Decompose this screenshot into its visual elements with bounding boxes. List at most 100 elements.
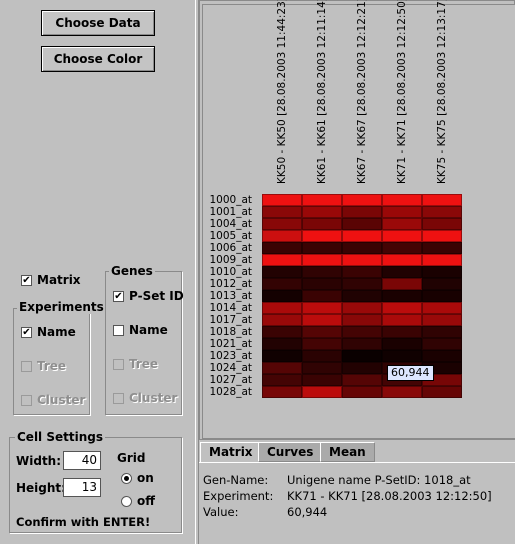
heatmap-cell[interactable] xyxy=(342,350,382,362)
heatmap-cell[interactable] xyxy=(262,206,302,218)
heatmap-cell[interactable] xyxy=(422,266,462,278)
heatmap-cell[interactable] xyxy=(382,218,422,230)
heatmap-cell[interactable] xyxy=(302,194,342,206)
heatmap-cell[interactable] xyxy=(262,374,302,386)
heatmap-cell[interactable] xyxy=(302,326,342,338)
heatmap-cell[interactable] xyxy=(342,290,382,302)
heatmap-cell[interactable] xyxy=(262,350,302,362)
choose-color-button[interactable]: Choose Color xyxy=(41,46,155,72)
heatmap-cell[interactable] xyxy=(262,194,302,206)
heatmap-cell[interactable] xyxy=(302,350,342,362)
heatmap-cell[interactable] xyxy=(382,278,422,290)
heatmap-cell[interactable] xyxy=(422,206,462,218)
heatmap-cell[interactable] xyxy=(262,362,302,374)
heatmap-cell[interactable] xyxy=(422,278,462,290)
heatmap-cell[interactable] xyxy=(342,242,382,254)
heatmap-cell[interactable] xyxy=(262,254,302,266)
matrix-checkbox[interactable]: ✔ xyxy=(21,275,32,286)
heatmap-cell[interactable] xyxy=(342,338,382,350)
genes-name-checkbox[interactable] xyxy=(113,325,124,336)
heatmap-cell[interactable] xyxy=(342,326,382,338)
heatmap-cell[interactable] xyxy=(342,218,382,230)
heatmap-cell[interactable] xyxy=(302,278,342,290)
experiments-tree-checkbox[interactable] xyxy=(21,361,32,372)
genes-tree-checkbox[interactable] xyxy=(113,359,124,370)
heatmap-cell[interactable] xyxy=(302,218,342,230)
heatmap-cell[interactable] xyxy=(302,302,342,314)
height-input[interactable]: 13 xyxy=(63,478,101,497)
heatmap-cell[interactable] xyxy=(262,326,302,338)
heatmap-cell[interactable] xyxy=(262,386,302,398)
heatmap-cell[interactable] xyxy=(342,206,382,218)
heatmap-cell[interactable] xyxy=(382,194,422,206)
heatmap-cell[interactable] xyxy=(382,230,422,242)
heatmap-cell[interactable] xyxy=(342,194,382,206)
heatmap-cell[interactable] xyxy=(262,302,302,314)
heatmap-cell[interactable] xyxy=(262,278,302,290)
heatmap-cell[interactable] xyxy=(422,350,462,362)
heatmap-cell[interactable] xyxy=(422,314,462,326)
heatmap-cell[interactable] xyxy=(302,254,342,266)
heatmap-cell[interactable] xyxy=(342,362,382,374)
heatmap-cell[interactable] xyxy=(302,374,342,386)
heatmap-cell[interactable] xyxy=(262,242,302,254)
heatmap-cell[interactable] xyxy=(382,254,422,266)
tab-mean[interactable]: Mean xyxy=(320,442,375,462)
heatmap-cell[interactable] xyxy=(302,266,342,278)
genes-pset-checkbox[interactable]: ✔ xyxy=(113,291,124,302)
heatmap-cell[interactable] xyxy=(382,206,422,218)
heatmap-cell[interactable] xyxy=(302,242,342,254)
heatmap-cell[interactable] xyxy=(422,194,462,206)
width-input[interactable]: 40 xyxy=(63,451,101,470)
grid-off-radio[interactable] xyxy=(121,496,132,507)
heatmap-cell[interactable] xyxy=(342,278,382,290)
genes-cluster-checkbox[interactable] xyxy=(113,393,124,404)
tab-matrix[interactable]: Matrix xyxy=(200,442,262,463)
heatmap-cell[interactable] xyxy=(302,338,342,350)
heatmap-cell[interactable] xyxy=(422,338,462,350)
heatmap-cell[interactable] xyxy=(382,242,422,254)
heatmap-cell[interactable] xyxy=(262,314,302,326)
tab-curves[interactable]: Curves xyxy=(258,442,323,462)
heatmap-cell[interactable] xyxy=(342,374,382,386)
heatmap-cell[interactable] xyxy=(302,206,342,218)
experiments-cluster-checkbox[interactable] xyxy=(21,395,32,406)
heatmap-cell[interactable] xyxy=(382,290,422,302)
heatmap-cell[interactable] xyxy=(302,362,342,374)
heatmap-cell[interactable] xyxy=(382,350,422,362)
heatmap-cell[interactable] xyxy=(342,230,382,242)
heatmap-cell[interactable] xyxy=(422,218,462,230)
row-label: 1017_at xyxy=(209,314,252,326)
heatmap-cell[interactable] xyxy=(382,386,422,398)
experiments-name-checkbox[interactable]: ✔ xyxy=(21,327,32,338)
heatmap-cell[interactable] xyxy=(302,230,342,242)
heatmap-cell[interactable] xyxy=(422,386,462,398)
heatmap-cell[interactable] xyxy=(302,290,342,302)
heatmap-cell[interactable] xyxy=(342,302,382,314)
heatmap-cell[interactable] xyxy=(342,254,382,266)
heatmap-cell[interactable] xyxy=(342,266,382,278)
heatmap-cell[interactable] xyxy=(422,290,462,302)
heatmap-cell[interactable] xyxy=(382,266,422,278)
grid-on-radio[interactable] xyxy=(121,473,132,484)
heatmap-cell[interactable] xyxy=(262,290,302,302)
heatmap-cell[interactable] xyxy=(382,302,422,314)
heatmap-cell[interactable] xyxy=(342,314,382,326)
heatmap-cell[interactable] xyxy=(422,230,462,242)
heatmap-cell[interactable] xyxy=(382,314,422,326)
heatmap-cell[interactable] xyxy=(382,338,422,350)
heatmap-cell[interactable] xyxy=(342,386,382,398)
heatmap-cell[interactable] xyxy=(302,314,342,326)
heatmap-cell[interactable] xyxy=(422,254,462,266)
heatmap-cell[interactable] xyxy=(262,338,302,350)
heatmap-cell[interactable] xyxy=(382,326,422,338)
choose-data-button[interactable]: Choose Data xyxy=(41,10,155,36)
heatmap-cell[interactable] xyxy=(262,266,302,278)
heatmap-cell[interactable] xyxy=(262,230,302,242)
heatmap-cell[interactable] xyxy=(262,218,302,230)
row-label: 1001_at xyxy=(209,206,252,218)
heatmap-cell[interactable] xyxy=(422,326,462,338)
heatmap-cell[interactable] xyxy=(422,242,462,254)
heatmap-cell[interactable] xyxy=(422,302,462,314)
heatmap-cell[interactable] xyxy=(302,386,342,398)
